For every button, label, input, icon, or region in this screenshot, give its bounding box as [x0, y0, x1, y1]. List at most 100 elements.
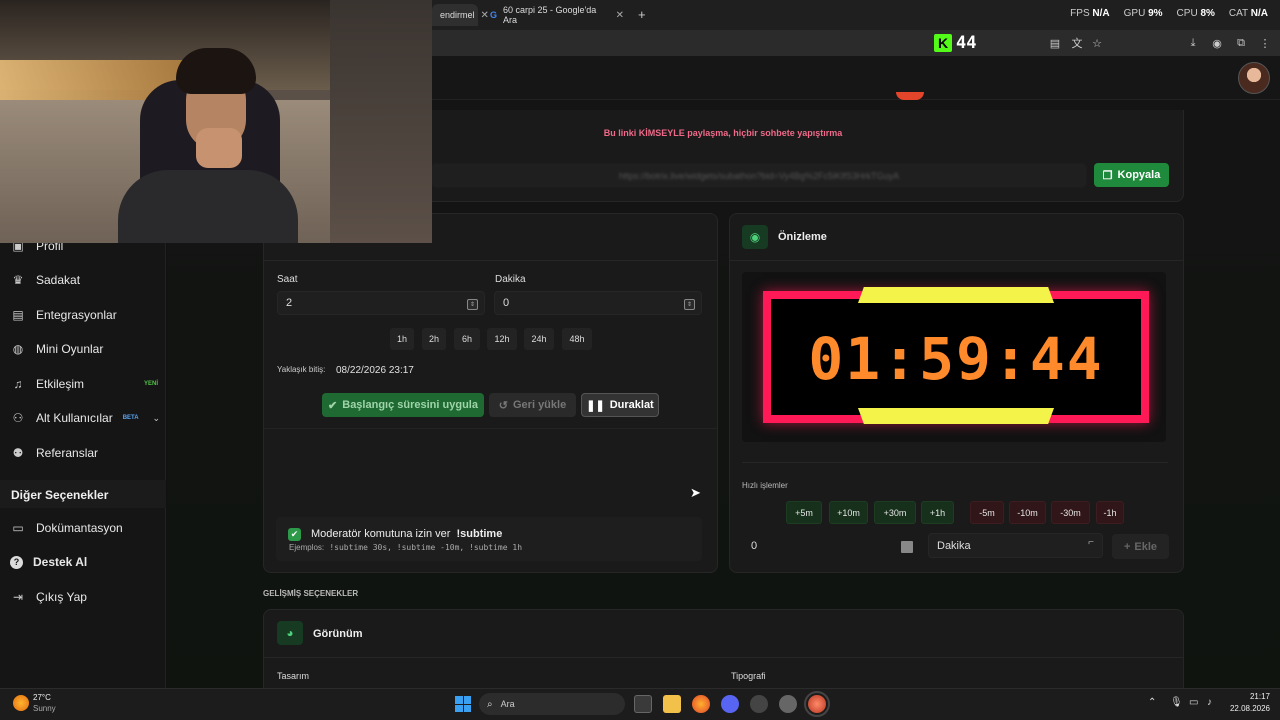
trophy-icon: ♛ — [12, 273, 24, 287]
sidebar-item-referrals[interactable]: ⚉ Referanslar — [10, 443, 98, 463]
copy-button[interactable]: ❐ Kopyala — [1094, 163, 1169, 187]
preset-2h[interactable]: 2h — [422, 328, 446, 350]
add-5m-button[interactable]: +5m — [786, 501, 822, 524]
download-icon[interactable]: ⤓ — [1184, 34, 1202, 52]
logout-icon: ⇥ — [12, 590, 24, 604]
minute-label: Dakika — [495, 274, 526, 285]
sidebar-item-label: Mini Oyunlar — [36, 342, 104, 356]
sidebar-item-label: Sadakat — [36, 273, 81, 287]
taskbar-search[interactable]: ⌕ Ara — [479, 693, 625, 715]
stepper-icon[interactable] — [901, 541, 913, 553]
cat-value: N/A — [1250, 8, 1268, 19]
gamepad-icon: ◍ — [12, 342, 24, 356]
chevron-down-icon[interactable]: ⌄ — [152, 413, 160, 424]
eye-icon: ◉ — [742, 225, 768, 249]
sidebar-item-loyalty[interactable]: ♛ Sadakat — [10, 270, 80, 290]
add-1h-button[interactable]: +1h — [921, 501, 954, 524]
chevron-up-icon[interactable]: ⌃ — [1148, 697, 1156, 708]
amount-input[interactable]: 0 — [742, 534, 920, 558]
user-group-icon: ⚉ — [12, 446, 24, 460]
add-10m-button[interactable]: +10m — [829, 501, 868, 524]
stepper-icon[interactable]: ⇕ — [684, 299, 695, 310]
preset-6h[interactable]: 6h — [454, 328, 480, 350]
appearance-card — [263, 609, 1184, 699]
reset-button[interactable]: ↺ Geri yükle — [489, 393, 576, 417]
extensions-icon[interactable]: ⧉ — [1232, 34, 1250, 52]
preset-48h[interactable]: 48h — [562, 328, 592, 350]
pause-button[interactable]: ❚❚ Duraklat — [581, 393, 659, 417]
sidebar-item-docs[interactable]: ▭ Dokümantasyon — [10, 518, 122, 538]
copy-icon: ❐ — [1102, 169, 1113, 182]
tab-google[interactable]: G 60 carpi 25 - Google'da Ara ✕ — [482, 4, 632, 26]
typography-label: Tipografi — [731, 671, 766, 681]
media-player-icon[interactable] — [779, 695, 797, 713]
microphone-icon[interactable]: 🎙 — [1170, 697, 1183, 708]
file-explorer-icon[interactable] — [663, 695, 681, 713]
sidebar-item-label: Entegrasyonlar — [36, 308, 117, 322]
page-header — [430, 56, 1280, 100]
star-icon[interactable]: ☆ — [1088, 34, 1106, 52]
hour-input[interactable]: 2 ⇕ — [277, 291, 485, 315]
clock-time[interactable]: 21:17 — [1230, 692, 1270, 701]
sidebar-item-support[interactable]: ? Destek Al — [10, 552, 87, 572]
task-view-icon[interactable] — [634, 695, 652, 713]
volume-icon[interactable]: ♪ — [1207, 697, 1212, 708]
plug-icon: ▤ — [12, 308, 24, 322]
firefox-icon[interactable] — [692, 695, 710, 713]
menu-icon[interactable]: ⋮ — [1256, 34, 1274, 52]
webcam-person-hands — [196, 128, 242, 168]
share-url-field[interactable]: https://botrix.live/widgets/subathon?bid… — [432, 164, 1086, 187]
cpu-value: 8% — [1200, 8, 1215, 19]
sidebar-item-interaction[interactable]: ♫ Etkileşim YENİ — [10, 374, 159, 394]
minute-input[interactable]: 0 ⇕ — [494, 291, 702, 315]
preset-12h[interactable]: 12h — [487, 328, 517, 350]
end-label: Yaklaşık bitiş: — [277, 365, 326, 374]
new-tab-icon[interactable]: + — [638, 7, 646, 22]
sub-5m-button[interactable]: -5m — [970, 501, 1004, 524]
sub-30m-button[interactable]: -30m — [1051, 501, 1090, 524]
doc-icon: ▭ — [12, 521, 24, 535]
cat-label: CAT — [1228, 8, 1248, 19]
preset-24h[interactable]: 24h — [524, 328, 554, 350]
tab-active[interactable]: endirmel ✕ — [432, 4, 489, 26]
avatar[interactable] — [1238, 62, 1270, 94]
undo-icon: ↺ — [498, 399, 508, 412]
address-bar[interactable] — [430, 30, 1280, 56]
mod-label-line: Moderatör komutuna izin ver !subtime — [311, 528, 502, 540]
sidebar-item-logout[interactable]: ⇥ Çıkış Yap — [10, 587, 87, 607]
reset-label: Geri yükle — [513, 399, 567, 411]
kick-count: 44 — [956, 33, 977, 53]
sub-10m-button[interactable]: -10m — [1009, 501, 1046, 524]
network-icon[interactable]: ▭ — [1189, 697, 1198, 708]
unit-value: Dakika — [937, 539, 971, 552]
mouse-cursor-icon: ➤ — [690, 485, 701, 500]
preset-1h[interactable]: 1h — [390, 328, 414, 350]
apply-start-time-button[interactable]: ✔ Başlangıç süresini uygula — [322, 393, 484, 417]
advanced-section-label: GELİŞMİŞ SEÇENEKLER — [263, 589, 359, 598]
close-icon[interactable]: ✕ — [616, 10, 624, 21]
browser-active-icon[interactable] — [804, 691, 830, 717]
translate-icon[interactable]: 文 — [1068, 34, 1086, 52]
chevron-down-icon: ⌐ — [1088, 537, 1094, 548]
unit-select[interactable]: Dakika ⌐ — [928, 533, 1103, 558]
stepper-icon[interactable]: ⇕ — [467, 299, 478, 310]
clock-date[interactable]: 22.08.2026 — [1222, 704, 1270, 713]
discord-icon[interactable] — [721, 695, 739, 713]
gpu-value: 9% — [1148, 8, 1163, 19]
tab-label: 60 carpi 25 - Google'da Ara — [503, 5, 597, 25]
account-icon[interactable]: ◉ — [1208, 34, 1226, 52]
windows-start-icon[interactable] — [455, 696, 471, 712]
obs-icon[interactable] — [750, 695, 768, 713]
reader-icon[interactable]: ▤ — [1046, 34, 1064, 52]
design-label: Tasarım — [277, 671, 310, 681]
fps-label: FPS — [1070, 8, 1090, 19]
sidebar-item-minigames[interactable]: ◍ Mini Oyunlar — [10, 339, 104, 359]
sub-1h-button[interactable]: -1h — [1096, 501, 1124, 524]
mod-checkbox[interactable]: ✔ — [288, 528, 301, 541]
sidebar-item-subusers[interactable]: ⚇ Alt Kullanıcılar BETA ⌄ — [10, 408, 160, 428]
add-30m-button[interactable]: +30m — [874, 501, 916, 524]
sidebar-item-integrations[interactable]: ▤ Entegrasyonlar — [10, 305, 117, 325]
sidebar-item-label: Destek Al — [33, 555, 88, 569]
add-button[interactable]: + Ekle — [1112, 534, 1169, 559]
apply-label: Başlangıç süresini uygula — [342, 399, 478, 411]
